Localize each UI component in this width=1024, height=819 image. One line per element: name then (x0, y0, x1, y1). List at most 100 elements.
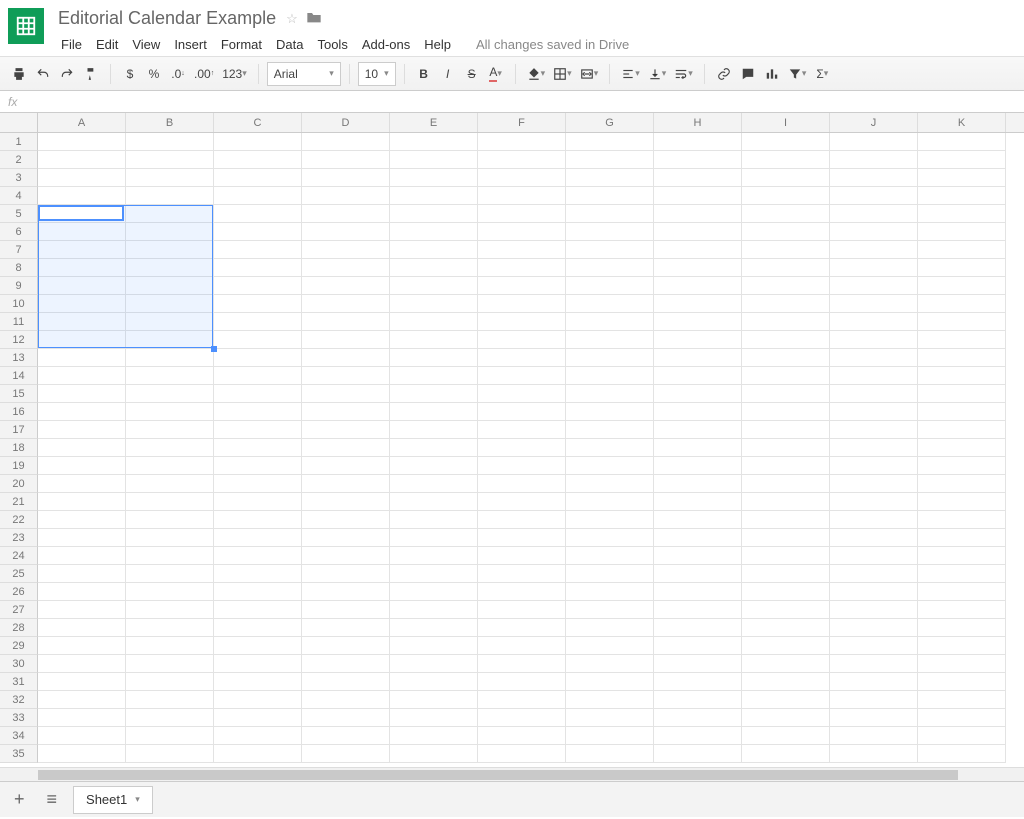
cell[interactable] (478, 385, 566, 403)
row-header[interactable]: 14 (0, 367, 38, 385)
cell[interactable] (390, 331, 478, 349)
functions-button[interactable]: Σ ▾ (811, 62, 833, 86)
cell[interactable] (390, 313, 478, 331)
cell[interactable] (126, 457, 214, 475)
cell[interactable] (830, 529, 918, 547)
cell[interactable] (654, 295, 742, 313)
cell[interactable] (830, 367, 918, 385)
cell[interactable] (566, 619, 654, 637)
cell[interactable] (390, 403, 478, 421)
cell[interactable] (302, 655, 390, 673)
cell[interactable] (390, 601, 478, 619)
cell[interactable] (38, 277, 126, 295)
cell[interactable] (830, 223, 918, 241)
cell[interactable] (38, 439, 126, 457)
cell[interactable] (302, 385, 390, 403)
cell[interactable] (566, 187, 654, 205)
cell[interactable] (566, 511, 654, 529)
cell[interactable] (742, 259, 830, 277)
cell[interactable] (302, 493, 390, 511)
cell[interactable] (302, 349, 390, 367)
cell[interactable] (654, 511, 742, 529)
cell[interactable] (214, 403, 302, 421)
cell[interactable] (478, 241, 566, 259)
cell[interactable] (214, 691, 302, 709)
column-header[interactable]: C (214, 113, 302, 132)
cell[interactable] (126, 421, 214, 439)
fill-color-button[interactable]: ▾ (524, 62, 549, 86)
menu-tools[interactable]: Tools (310, 35, 354, 54)
cell[interactable] (918, 277, 1006, 295)
cell[interactable] (478, 421, 566, 439)
cell[interactable] (302, 259, 390, 277)
cell[interactable] (918, 403, 1006, 421)
row-header[interactable]: 29 (0, 637, 38, 655)
cell[interactable] (566, 313, 654, 331)
cell[interactable] (214, 187, 302, 205)
cell[interactable] (566, 475, 654, 493)
font-family-select[interactable]: Arial▾ (267, 62, 341, 86)
cell[interactable] (654, 619, 742, 637)
cell[interactable] (302, 331, 390, 349)
cell[interactable] (390, 151, 478, 169)
cell[interactable] (478, 691, 566, 709)
cell[interactable] (126, 565, 214, 583)
cell[interactable] (38, 403, 126, 421)
increase-decimal-button[interactable]: .00↑ (191, 62, 217, 86)
cell[interactable] (918, 475, 1006, 493)
cell[interactable] (654, 439, 742, 457)
cell[interactable] (654, 367, 742, 385)
cell[interactable] (566, 241, 654, 259)
cell[interactable] (918, 421, 1006, 439)
cell[interactable] (830, 385, 918, 403)
cell[interactable] (302, 727, 390, 745)
cell[interactable] (38, 457, 126, 475)
document-title[interactable]: Editorial Calendar Example (54, 6, 280, 31)
menu-data[interactable]: Data (269, 35, 310, 54)
cell[interactable] (830, 133, 918, 151)
insert-chart-button[interactable] (761, 62, 783, 86)
cell[interactable] (38, 493, 126, 511)
cell[interactable] (390, 385, 478, 403)
more-formats-button[interactable]: 123 ▾ (219, 62, 250, 86)
cell[interactable] (126, 637, 214, 655)
cell[interactable] (566, 295, 654, 313)
vertical-align-button[interactable]: ▾ (645, 62, 670, 86)
cell[interactable] (742, 727, 830, 745)
cell[interactable] (830, 601, 918, 619)
cell[interactable] (38, 169, 126, 187)
cell[interactable] (302, 367, 390, 385)
row-header[interactable]: 26 (0, 583, 38, 601)
cell[interactable] (302, 421, 390, 439)
cell[interactable] (566, 673, 654, 691)
row-header[interactable]: 17 (0, 421, 38, 439)
row-header[interactable]: 15 (0, 385, 38, 403)
font-size-select[interactable]: 10▾ (358, 62, 396, 86)
row-header[interactable]: 28 (0, 619, 38, 637)
cell[interactable] (918, 133, 1006, 151)
cell[interactable] (566, 745, 654, 763)
cell[interactable] (302, 475, 390, 493)
cell[interactable] (214, 295, 302, 313)
cell[interactable] (742, 133, 830, 151)
filter-button[interactable]: ▾ (785, 62, 810, 86)
cell[interactable] (742, 439, 830, 457)
cell[interactable] (918, 187, 1006, 205)
menu-addons[interactable]: Add-ons (355, 35, 417, 54)
cell[interactable] (830, 547, 918, 565)
cell[interactable] (918, 619, 1006, 637)
cell[interactable] (214, 745, 302, 763)
cell[interactable] (654, 691, 742, 709)
cell[interactable] (390, 547, 478, 565)
cell[interactable] (566, 493, 654, 511)
row-header[interactable]: 7 (0, 241, 38, 259)
cell[interactable] (566, 691, 654, 709)
sheet-tab[interactable]: Sheet1 ▾ (73, 786, 153, 814)
cell[interactable] (126, 205, 214, 223)
cell[interactable] (566, 349, 654, 367)
cell[interactable] (654, 547, 742, 565)
cell[interactable] (566, 223, 654, 241)
cell[interactable] (918, 295, 1006, 313)
cell[interactable] (390, 475, 478, 493)
cell[interactable] (566, 277, 654, 295)
